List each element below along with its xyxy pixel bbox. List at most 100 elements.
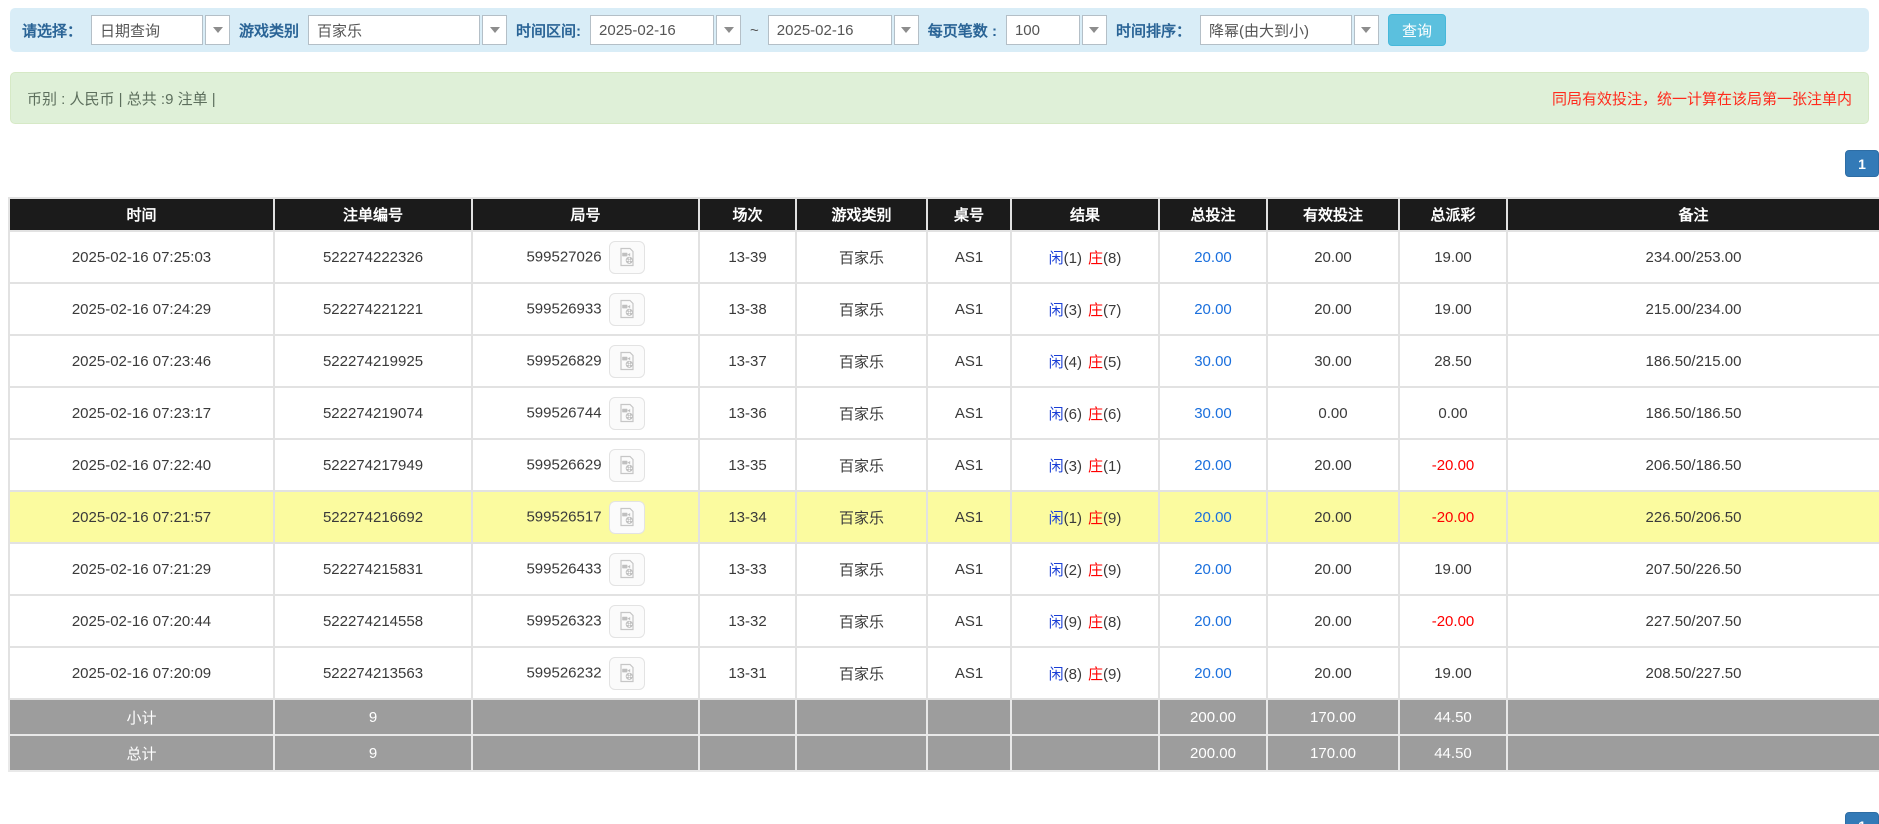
header-table-no: 桌号 [926, 197, 1012, 232]
table-header: 时间 注单编号 局号 场次 游戏类别 桌号 结果 总投注 有效投注 总派彩 备注 [8, 197, 1879, 232]
table-summary: 小计 9 200.00 170.00 44.50 总计 9 200.00 170… [8, 698, 1879, 772]
time-sort-dropdown-button[interactable] [1353, 15, 1379, 45]
player-result-label: 闲 [1048, 405, 1064, 423]
video-replay-button[interactable] [608, 552, 645, 586]
game-category-combobox [308, 15, 508, 45]
subtotal-empty [926, 698, 1012, 736]
game-category-input[interactable] [308, 15, 481, 45]
table-row: 2025-02-16 07:21:29 522274215831 5995264… [8, 542, 1879, 596]
caret-down-icon [489, 27, 500, 33]
query-button[interactable]: 查询 [1387, 14, 1446, 46]
cell-result: 闲(4) 庄(5) [1010, 334, 1160, 388]
video-replay-button[interactable] [608, 292, 645, 326]
table-row: 2025-02-16 07:23:17 522274219074 5995267… [8, 386, 1879, 440]
player-result-points: (1) [1063, 249, 1082, 267]
video-replay-button[interactable] [608, 448, 645, 482]
video-replay-button[interactable] [608, 240, 645, 274]
per-page-dropdown-button[interactable] [1081, 15, 1107, 45]
total-label: 总计 [8, 734, 275, 772]
cell-remark: 207.50/226.50 [1506, 542, 1879, 596]
video-replay-button[interactable] [608, 500, 645, 534]
banker-result-points: (8) [1103, 613, 1122, 631]
cell-bet-id: 522274221221 [273, 282, 473, 336]
round-id-text: 599526629 [526, 455, 602, 473]
page-1-button[interactable]: 1 [1845, 150, 1879, 177]
total-bet-link[interactable]: 20.00 [1194, 249, 1232, 266]
total-bet-link[interactable]: 20.00 [1194, 301, 1232, 318]
cell-total-bet: 30.00 [1158, 334, 1268, 388]
cell-table-no: AS1 [926, 542, 1012, 596]
banker-result-points: (7) [1103, 301, 1122, 319]
cell-bet-id: 522274213563 [273, 646, 473, 700]
video-replay-icon [619, 611, 634, 631]
subtotal-empty [698, 698, 797, 736]
video-replay-button[interactable] [608, 656, 645, 690]
total-bet-link[interactable]: 20.00 [1194, 665, 1232, 682]
pagination-top: 1 [1845, 150, 1879, 177]
query-type-input[interactable] [91, 15, 204, 45]
total-bet-link[interactable]: 20.00 [1194, 613, 1232, 630]
cell-remark: 215.00/234.00 [1506, 282, 1879, 336]
subtotal-empty [1010, 698, 1160, 736]
cell-table-no: AS1 [926, 334, 1012, 388]
round-id-text: 599526323 [526, 611, 602, 629]
cell-table-no: AS1 [926, 438, 1012, 492]
round-id-text: 599526829 [526, 351, 602, 369]
cell-session: 13-33 [698, 542, 797, 596]
cell-time: 2025-02-16 07:21:29 [8, 542, 275, 596]
cell-remark: 186.50/215.00 [1506, 334, 1879, 388]
per-page-label: 每页笔数 : [927, 22, 997, 40]
cell-time: 2025-02-16 07:25:03 [8, 230, 275, 284]
cell-game-type: 百家乐 [795, 386, 928, 440]
filter-toolbar: 请选择： 游戏类别 时间区间: ~ 每页笔数 : 时间排序： 查询 [10, 8, 1869, 52]
game-category-dropdown-button[interactable] [482, 15, 508, 45]
cell-remark: 227.50/207.50 [1506, 594, 1879, 648]
date-from-dropdown-button[interactable] [716, 15, 742, 45]
video-replay-icon [619, 351, 634, 371]
cell-remark: 206.50/186.50 [1506, 438, 1879, 492]
cell-valid-bet: 20.00 [1266, 282, 1400, 336]
total-bet-link[interactable]: 30.00 [1194, 405, 1232, 422]
cell-session: 13-31 [698, 646, 797, 700]
cell-round-id: 599526629 [471, 438, 700, 492]
round-id-text: 599526517 [526, 507, 602, 525]
date-from-input[interactable] [590, 15, 715, 45]
cell-payout: 19.00 [1398, 282, 1508, 336]
banker-result-label: 庄 [1088, 457, 1104, 475]
total-empty [698, 734, 797, 772]
total-bet-link[interactable]: 30.00 [1194, 353, 1232, 370]
cell-bet-id: 522274219074 [273, 386, 473, 440]
date-to-input[interactable] [767, 15, 892, 45]
header-result: 结果 [1010, 197, 1160, 232]
banker-result-label: 庄 [1088, 665, 1104, 683]
cell-game-type: 百家乐 [795, 594, 928, 648]
date-to-dropdown-button[interactable] [893, 15, 919, 45]
total-bet-link[interactable]: 20.00 [1194, 561, 1232, 578]
page-1-button[interactable]: 1 [1845, 812, 1879, 824]
time-sort-input[interactable] [1199, 15, 1352, 45]
cell-result: 闲(1) 庄(9) [1010, 490, 1160, 544]
per-page-input[interactable] [1005, 15, 1080, 45]
cell-payout: -20.00 [1398, 490, 1508, 544]
query-type-dropdown-button[interactable] [205, 15, 231, 45]
video-replay-button[interactable] [608, 604, 645, 638]
total-empty [926, 734, 1012, 772]
cell-result: 闲(2) 庄(9) [1010, 542, 1160, 596]
cell-result: 闲(6) 庄(6) [1010, 386, 1160, 440]
caret-down-icon [901, 27, 912, 33]
total-bet-link[interactable]: 20.00 [1194, 457, 1232, 474]
total-payout: 44.50 [1398, 734, 1508, 772]
cell-game-type: 百家乐 [795, 542, 928, 596]
video-replay-button[interactable] [608, 396, 645, 430]
cell-time: 2025-02-16 07:20:44 [8, 594, 275, 648]
header-remark: 备注 [1506, 197, 1879, 232]
video-replay-button[interactable] [608, 344, 645, 378]
table-body: 2025-02-16 07:25:03 522274222326 5995270… [8, 230, 1879, 700]
total-bet-link[interactable]: 20.00 [1194, 509, 1232, 526]
cell-game-type: 百家乐 [795, 646, 928, 700]
table-row: 2025-02-16 07:24:29 522274221221 5995269… [8, 282, 1879, 336]
header-game-type: 游戏类别 [795, 197, 928, 232]
banker-result-points: (6) [1103, 405, 1122, 423]
cell-session: 13-39 [698, 230, 797, 284]
player-result-points: (2) [1063, 561, 1082, 579]
